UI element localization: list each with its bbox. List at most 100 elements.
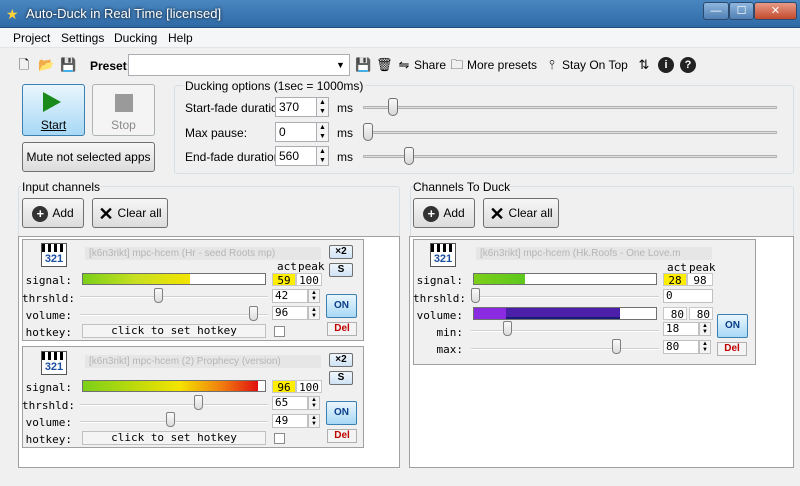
start-fade-slider-track[interactable] xyxy=(363,106,777,109)
end-fade-stepper[interactable]: ▲ ▼ xyxy=(316,146,329,166)
threshold-input[interactable]: 42 xyxy=(272,289,308,303)
x-icon: ✕ xyxy=(489,203,505,224)
menu-ducking[interactable]: Ducking xyxy=(114,31,157,45)
solo-button[interactable]: S xyxy=(329,263,353,277)
thrshld-label: thrshld: xyxy=(22,292,75,305)
signal-meter xyxy=(82,380,266,392)
minimize-button[interactable]: — xyxy=(703,2,729,20)
volume-stepper[interactable]: ▲ ▼ xyxy=(308,414,320,428)
add-input-label: Add xyxy=(52,206,74,220)
max-slider-track[interactable] xyxy=(471,348,659,350)
hotkey-checkbox[interactable] xyxy=(274,433,285,444)
hotkey-checkbox[interactable] xyxy=(274,326,285,337)
volume-input[interactable]: 49 xyxy=(272,414,308,428)
menu-project[interactable]: Project xyxy=(13,31,50,45)
chevron-down-icon[interactable]: ▼ xyxy=(336,60,345,70)
trash-icon[interactable]: 🗑 xyxy=(376,57,393,73)
clear-duck-label: Clear all xyxy=(508,206,553,220)
peak-value: 98 xyxy=(687,273,713,287)
save-icon[interactable]: 💾 xyxy=(60,57,76,73)
folder-icon[interactable]: 🗀 xyxy=(449,57,465,73)
volume-slider-thumb[interactable] xyxy=(166,412,176,427)
min-input[interactable]: 18 xyxy=(663,322,699,336)
add-duck-button[interactable]: + Add xyxy=(413,198,475,228)
min-slider-thumb[interactable] xyxy=(502,321,512,336)
threshold-input[interactable]: 65 xyxy=(272,396,308,410)
hotkey-field[interactable]: click to set hotkey xyxy=(82,324,266,338)
max-stepper[interactable]: ▲ ▼ xyxy=(699,340,711,354)
volume-stepper[interactable]: ▲ ▼ xyxy=(308,306,320,320)
clear-all-duck-button[interactable]: ✕ Clear all xyxy=(483,198,559,228)
refresh-icon[interactable]: ⇅ xyxy=(636,57,652,73)
ducking-options-title: Ducking options (1sec = 1000ms) xyxy=(183,79,366,93)
duck-range-band xyxy=(506,308,620,319)
x2-button[interactable]: ×2 xyxy=(329,245,353,259)
threshold-slider-thumb[interactable] xyxy=(194,395,204,410)
clear-input-label: Clear all xyxy=(117,206,162,220)
threshold-slider-track[interactable] xyxy=(80,296,268,298)
add-input-button[interactable]: + Add xyxy=(22,198,84,228)
threshold-slider-thumb[interactable] xyxy=(153,288,163,303)
menu-settings[interactable]: Settings xyxy=(61,31,104,45)
delete-button[interactable]: Del xyxy=(327,429,357,443)
threshold-stepper[interactable]: ▲ ▼ xyxy=(308,396,320,410)
clear-all-input-button[interactable]: ✕ Clear all xyxy=(92,198,168,228)
delete-button[interactable]: Del xyxy=(717,342,747,356)
volume-bar xyxy=(473,307,657,320)
new-file-icon[interactable]: 🗋 xyxy=(16,57,32,73)
max-slider-thumb[interactable] xyxy=(611,339,621,354)
threshold-stepper[interactable]: ▲ ▼ xyxy=(308,289,320,303)
threshold-slider-track[interactable] xyxy=(471,296,659,298)
solo-button[interactable]: S xyxy=(329,371,353,385)
start-fade-slider-thumb[interactable] xyxy=(387,98,398,116)
max-input[interactable]: 80 xyxy=(663,340,699,354)
min-stepper[interactable]: ▲ ▼ xyxy=(699,322,711,336)
preset-select[interactable] xyxy=(128,54,350,76)
start-fade-label: Start-fade duration: xyxy=(185,101,288,115)
share-button[interactable]: Share xyxy=(414,58,446,72)
max-pause-input[interactable]: 0 xyxy=(275,122,317,142)
volume-slider-track[interactable] xyxy=(80,314,268,316)
mute-not-selected-button[interactable]: Mute not selected apps xyxy=(22,142,155,172)
max-pause-slider-thumb[interactable] xyxy=(363,123,373,141)
share-icon[interactable]: ⇋ xyxy=(396,57,412,73)
help-icon[interactable]: ? xyxy=(680,57,696,73)
min-label: min: xyxy=(436,326,464,339)
threshold-input[interactable]: 0 xyxy=(663,289,713,303)
min-slider-track[interactable] xyxy=(471,330,659,332)
threshold-slider-thumb[interactable] xyxy=(471,288,480,303)
end-fade-input[interactable]: 560 xyxy=(275,146,317,166)
start-fade-stepper[interactable]: ▲ ▼ xyxy=(316,97,329,117)
volume-slider-thumb[interactable] xyxy=(248,306,258,321)
x-icon: ✕ xyxy=(98,203,114,224)
volume-value-a: 80 xyxy=(663,307,687,321)
start-label: Start xyxy=(40,118,67,132)
on-button[interactable]: ON xyxy=(717,314,748,338)
info-icon[interactable]: i xyxy=(658,57,674,73)
close-button[interactable]: ✕ xyxy=(754,2,797,20)
max-pause-unit: ms xyxy=(337,126,353,140)
max-pause-stepper[interactable]: ▲ ▼ xyxy=(316,122,329,142)
more-presets-button[interactable]: More presets xyxy=(467,58,537,72)
pin-icon[interactable]: ⫯ xyxy=(544,57,560,73)
maximize-button[interactable]: ☐ xyxy=(729,2,754,20)
on-button[interactable]: ON xyxy=(326,401,357,425)
delete-button[interactable]: Del xyxy=(327,322,357,336)
end-fade-slider-track[interactable] xyxy=(363,155,777,158)
menu-help[interactable]: Help xyxy=(168,31,193,45)
x2-button[interactable]: ×2 xyxy=(329,353,353,367)
threshold-slider-track[interactable] xyxy=(80,404,268,406)
volume-input[interactable]: 96 xyxy=(272,306,308,320)
max-pause-slider-track[interactable] xyxy=(363,131,777,134)
end-fade-slider-thumb[interactable] xyxy=(404,147,414,165)
channel-name: [k6n3rikt] mpc-hcem (Hr - seed Roots mp) xyxy=(85,247,321,260)
stay-on-top-button[interactable]: Stay On Top xyxy=(562,58,628,72)
hotkey-field[interactable]: click to set hotkey xyxy=(82,431,266,445)
save-preset-icon[interactable]: 💾 xyxy=(355,57,371,73)
on-button[interactable]: ON xyxy=(326,294,357,318)
start-fade-input[interactable]: 370 xyxy=(275,97,317,117)
peak-value: 100 xyxy=(296,380,322,394)
add-duck-label: Add xyxy=(443,206,465,220)
max-label: max: xyxy=(436,343,464,356)
open-folder-icon[interactable]: 📂 xyxy=(38,57,54,73)
